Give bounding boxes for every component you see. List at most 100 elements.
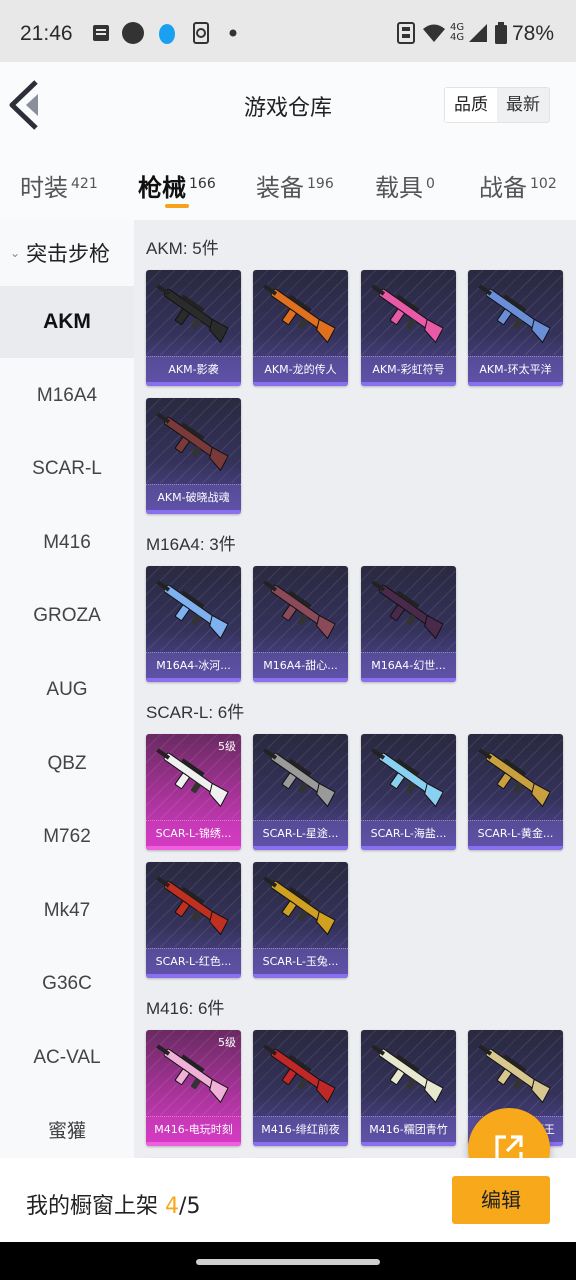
weapon-name: M416-糯团青竹 xyxy=(361,1116,456,1142)
rarity-bar xyxy=(253,678,348,682)
rifle-icon xyxy=(156,284,229,344)
tab-fashion[interactable]: 时装 421 xyxy=(20,168,98,203)
sidebar-item[interactable]: SCAR-L xyxy=(0,433,134,505)
nfc-icon xyxy=(396,22,416,44)
sidebar-item[interactable]: AC-VAL xyxy=(0,1022,134,1094)
weapon-name: SCAR-L-海盐... xyxy=(361,820,456,846)
rifle-icon xyxy=(263,748,336,808)
sort-quality-button[interactable]: 品质 xyxy=(445,88,497,122)
weapon-card[interactable]: AKM-破晓战魂 xyxy=(146,398,241,514)
sidebar-item[interactable]: M16A4 xyxy=(0,360,134,432)
tab-label: 时装 xyxy=(20,174,68,202)
weapon-card[interactable]: M416-糯团青竹 xyxy=(361,1030,456,1146)
penguin-icon xyxy=(156,22,178,44)
weapon-card[interactable]: 5级 M416-电玩时刻 xyxy=(146,1030,241,1146)
sidebar-item[interactable]: M416 xyxy=(0,507,134,579)
rarity-bar xyxy=(253,1142,348,1146)
tab-weapons[interactable]: 枪械 166 xyxy=(138,168,216,203)
sidebar-item[interactable]: M762 xyxy=(0,801,134,873)
phone-sync-icon xyxy=(190,22,212,44)
sort-latest-button[interactable]: 最新 xyxy=(497,88,549,122)
weapon-sidebar: ⌄ 突击步枪 AKM M16A4 SCAR-L M416 GROZA AUG QBZ M762… xyxy=(0,220,134,1242)
sidebar-item[interactable]: 蜜獾 xyxy=(0,1096,134,1168)
sidebar-item[interactable]: QBZ xyxy=(0,728,134,800)
rarity-bar xyxy=(468,846,563,850)
level-badge: 5级 xyxy=(218,740,236,753)
rarity-bar xyxy=(146,974,241,978)
weapon-card[interactable]: SCAR-L-玉兔... xyxy=(253,862,348,978)
rifle-icon xyxy=(263,580,336,640)
rifle-icon xyxy=(156,876,229,936)
weapon-name: SCAR-L-玉兔... xyxy=(253,948,348,974)
status-bar: 21:46 4G 4G 78% xyxy=(0,0,576,62)
weapon-card[interactable]: SCAR-L-黄金... xyxy=(468,734,563,850)
battery-icon xyxy=(494,22,508,44)
rifle-icon xyxy=(371,580,444,640)
sidebar-category-label: 突击步枪 xyxy=(26,242,111,266)
section-title: M416: 6件 xyxy=(146,999,225,1018)
rarity-bar xyxy=(146,510,241,514)
weapon-card[interactable]: SCAR-L-海盐... xyxy=(361,734,456,850)
weapon-name: AKM-破晓战魂 xyxy=(146,484,241,510)
rifle-icon xyxy=(263,284,336,344)
rarity-bar xyxy=(361,1142,456,1146)
weapon-card[interactable]: M416-绯红前夜 xyxy=(253,1030,348,1146)
tab-count: 102 xyxy=(530,176,557,192)
battery-percent: 78% xyxy=(511,22,554,45)
rifle-icon xyxy=(156,1044,229,1104)
weapon-card[interactable]: SCAR-L-星途... xyxy=(253,734,348,850)
weapon-card[interactable]: M16A4-甜心... xyxy=(253,566,348,682)
tab-label: 战备 xyxy=(479,174,527,202)
wifi-icon xyxy=(422,22,446,44)
header: 游戏仓库 品质 最新 xyxy=(0,62,576,150)
sidebar-item[interactable]: AUG xyxy=(0,654,134,726)
showcase-label: 我的橱窗上架 xyxy=(26,1194,159,1219)
rarity-bar xyxy=(146,1142,241,1146)
weapon-card[interactable]: M16A4-幻世... xyxy=(361,566,456,682)
section-title: AKM: 5件 xyxy=(146,239,219,258)
weapon-name: M416-电玩时刻 xyxy=(146,1116,241,1142)
chevron-down-icon: ⌄ xyxy=(10,246,21,260)
weapon-name: AKM-彩虹符号 xyxy=(361,356,456,382)
tab-vehicles[interactable]: 载具 0 xyxy=(375,168,435,203)
tab-count: 0 xyxy=(426,176,435,192)
rarity-bar xyxy=(361,846,456,850)
sidebar-item[interactable]: GROZA xyxy=(0,580,134,652)
sidebar-item[interactable]: G36C xyxy=(0,948,134,1020)
weapon-card[interactable]: 5级 SCAR-L-锦绣... xyxy=(146,734,241,850)
showcase-current: 4 xyxy=(165,1194,180,1219)
sidebar-category-assault-rifles[interactable]: ⌄ 突击步枪 xyxy=(10,238,110,268)
rifle-icon xyxy=(156,748,229,808)
category-tabs: 时装 421 枪械 166 装备 196 载具 0 战备 102 xyxy=(0,150,576,220)
showcase-total: 5 xyxy=(186,1194,201,1219)
tab-label: 装备 xyxy=(256,174,304,202)
section-title: M16A4: 3件 xyxy=(146,535,236,554)
showcase-bar: 我的橱窗上架 4/5 编辑 xyxy=(0,1158,576,1242)
weapon-grid: AKM: 5件 AKM-影袭 AKM-龙的传人 AKM-彩虹符号 AKM-环太平洋 AKM… xyxy=(134,220,576,1242)
rarity-bar xyxy=(146,846,241,850)
weapon-name: M416-绯红前夜 xyxy=(253,1116,348,1142)
weapon-card[interactable]: AKM-环太平洋 xyxy=(468,270,563,386)
weapon-name: AKM-影袭 xyxy=(146,356,241,382)
rifle-icon xyxy=(156,412,229,472)
sidebar-item[interactable]: Mk47 xyxy=(0,875,134,947)
sidebar-item[interactable]: AKM xyxy=(0,286,134,358)
home-gesture-bar[interactable] xyxy=(196,1259,380,1265)
weapon-card[interactable]: AKM-彩虹符号 xyxy=(361,270,456,386)
tab-equipment[interactable]: 装备 196 xyxy=(256,168,334,203)
tab-count: 166 xyxy=(189,176,216,192)
circle-icon xyxy=(122,22,144,44)
weapon-card[interactable]: M16A4-冰河... xyxy=(146,566,241,682)
active-tab-indicator xyxy=(165,204,189,208)
rifle-icon xyxy=(371,1044,444,1104)
cell-signal-icon xyxy=(466,22,490,44)
weapon-name: M16A4-冰河... xyxy=(146,652,241,678)
weapon-card[interactable]: AKM-龙的传人 xyxy=(253,270,348,386)
rarity-bar xyxy=(253,974,348,978)
weapon-card[interactable]: SCAR-L-红色... xyxy=(146,862,241,978)
weapon-card[interactable]: AKM-影袭 xyxy=(146,270,241,386)
rarity-bar xyxy=(146,678,241,682)
edit-button[interactable]: 编辑 xyxy=(452,1176,550,1224)
weapon-name: M16A4-甜心... xyxy=(253,652,348,678)
tab-supplies[interactable]: 战备 102 xyxy=(479,168,557,203)
